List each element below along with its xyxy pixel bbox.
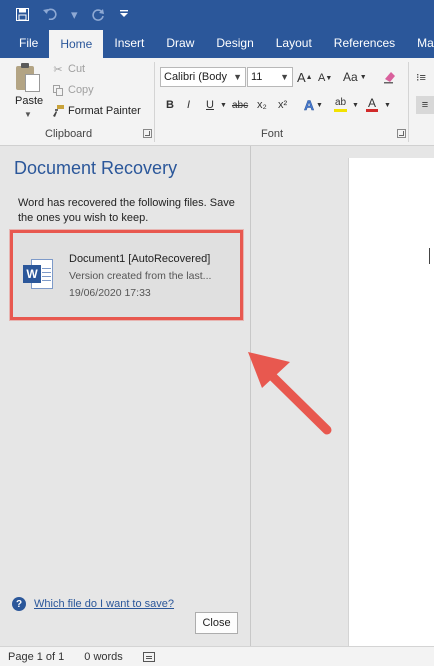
bold-button[interactable]: B bbox=[166, 96, 174, 114]
group-separator bbox=[408, 62, 409, 142]
document-area bbox=[252, 146, 434, 658]
status-bar: Page 1 of 1 0 words bbox=[0, 646, 434, 666]
tab-draw[interactable]: Draw bbox=[155, 28, 205, 58]
copy-icon bbox=[52, 84, 64, 96]
font-group-label: Font bbox=[261, 128, 284, 140]
bullets-icon[interactable]: ⁝≡ bbox=[416, 68, 426, 86]
customize-qat-icon[interactable] bbox=[119, 9, 129, 19]
document-page[interactable] bbox=[348, 158, 434, 658]
scissors-icon: ✂ bbox=[53, 63, 63, 76]
cut-label: Cut bbox=[68, 63, 86, 75]
text-effects-dropdown-icon[interactable]: ▼ bbox=[316, 96, 323, 114]
text-effects-button[interactable]: A bbox=[304, 96, 315, 114]
help-link-row: ? Which file do I want to save? bbox=[12, 597, 174, 611]
help-icon: ? bbox=[12, 597, 26, 611]
text-cursor bbox=[429, 248, 430, 264]
pane-title: Document Recovery bbox=[14, 158, 178, 178]
subscript-button[interactable]: x₂ bbox=[257, 96, 267, 114]
cut-button[interactable]: ✂ Cut bbox=[52, 63, 86, 76]
strikethrough-button[interactable]: abc bbox=[232, 96, 248, 114]
recovered-file-version: Version created from the last... bbox=[69, 270, 212, 282]
align-left-icon[interactable]: ≡ bbox=[416, 96, 434, 114]
font-name-value: Calibri (Body bbox=[164, 71, 227, 83]
paste-icon[interactable] bbox=[14, 62, 42, 94]
highlight-dropdown-icon[interactable]: ▼ bbox=[352, 96, 359, 114]
underline-dropdown-icon[interactable]: ▼ bbox=[220, 96, 227, 114]
paste-dropdown-icon[interactable]: ▼ bbox=[24, 110, 32, 119]
undo-icon[interactable] bbox=[43, 8, 57, 20]
chevron-down-icon: ▼ bbox=[280, 72, 289, 82]
copy-label: Copy bbox=[68, 84, 94, 96]
undo-dropdown-icon[interactable]: ▾ bbox=[71, 8, 78, 21]
font-name-select[interactable]: Calibri (Body ▼ bbox=[160, 67, 246, 87]
shrink-font-button[interactable]: A ▼ bbox=[318, 69, 332, 87]
format-painter-button[interactable]: Format Painter bbox=[52, 105, 141, 117]
chevron-down-icon: ▼ bbox=[233, 72, 242, 82]
proofing-icon[interactable] bbox=[142, 651, 155, 662]
font-color-dropdown-icon[interactable]: ▼ bbox=[384, 96, 391, 114]
underline-button[interactable]: U bbox=[206, 96, 214, 114]
tab-design[interactable]: Design bbox=[205, 28, 264, 58]
clipboard-launcher-icon[interactable] bbox=[143, 129, 152, 138]
tab-references[interactable]: References bbox=[323, 28, 406, 58]
tab-mailings[interactable]: Ma bbox=[406, 28, 434, 58]
font-size-value: 11 bbox=[251, 71, 263, 83]
recovered-file-date: 19/06/2020 17:33 bbox=[69, 287, 151, 299]
paintbrush-icon bbox=[52, 105, 64, 117]
close-button[interactable]: Close bbox=[195, 612, 238, 634]
tab-insert[interactable]: Insert bbox=[103, 28, 155, 58]
redo-icon[interactable] bbox=[91, 8, 105, 21]
italic-button[interactable]: I bbox=[187, 96, 190, 114]
word-document-icon: W bbox=[23, 259, 53, 291]
paste-button[interactable]: Paste bbox=[15, 95, 43, 107]
page-count[interactable]: Page 1 of 1 bbox=[8, 651, 64, 663]
font-launcher-icon[interactable] bbox=[397, 129, 406, 138]
recovered-file-item[interactable]: W Document1 [AutoRecovered] Version crea… bbox=[10, 230, 243, 320]
copy-button[interactable]: Copy bbox=[52, 84, 94, 96]
superscript-button[interactable]: x² bbox=[278, 96, 287, 114]
group-separator bbox=[154, 62, 155, 142]
tab-file[interactable]: File bbox=[0, 28, 49, 58]
change-case-button[interactable]: Aa ▼ bbox=[343, 68, 367, 86]
word-count[interactable]: 0 words bbox=[84, 651, 123, 663]
quick-access-toolbar: ▾ bbox=[0, 0, 434, 28]
tab-layout[interactable]: Layout bbox=[265, 28, 323, 58]
recovered-file-name: Document1 [AutoRecovered] bbox=[69, 253, 211, 265]
recovery-description: Word has recovered the following files. … bbox=[18, 197, 235, 224]
clipboard-group-label: Clipboard bbox=[45, 128, 93, 140]
save-icon[interactable] bbox=[16, 7, 29, 21]
clear-formatting-icon[interactable] bbox=[383, 68, 397, 86]
tab-home[interactable]: Home bbox=[49, 30, 104, 58]
ribbon-tabs: File Home Insert Draw Design Layout Refe… bbox=[0, 28, 434, 58]
ribbon: Paste ▼ ✂ Cut Copy Format Painter Clipbo… bbox=[0, 58, 434, 146]
font-color-button[interactable]: A bbox=[366, 96, 379, 112]
highlight-button[interactable]: ab bbox=[334, 96, 348, 112]
document-recovery-pane: Document Recovery Word has recovered the… bbox=[0, 146, 251, 646]
format-painter-label: Format Painter bbox=[68, 105, 141, 117]
grow-font-button[interactable]: A ▲ bbox=[297, 68, 313, 86]
which-file-help-link[interactable]: Which file do I want to save? bbox=[34, 598, 174, 610]
font-size-select[interactable]: 11 ▼ bbox=[247, 67, 293, 87]
